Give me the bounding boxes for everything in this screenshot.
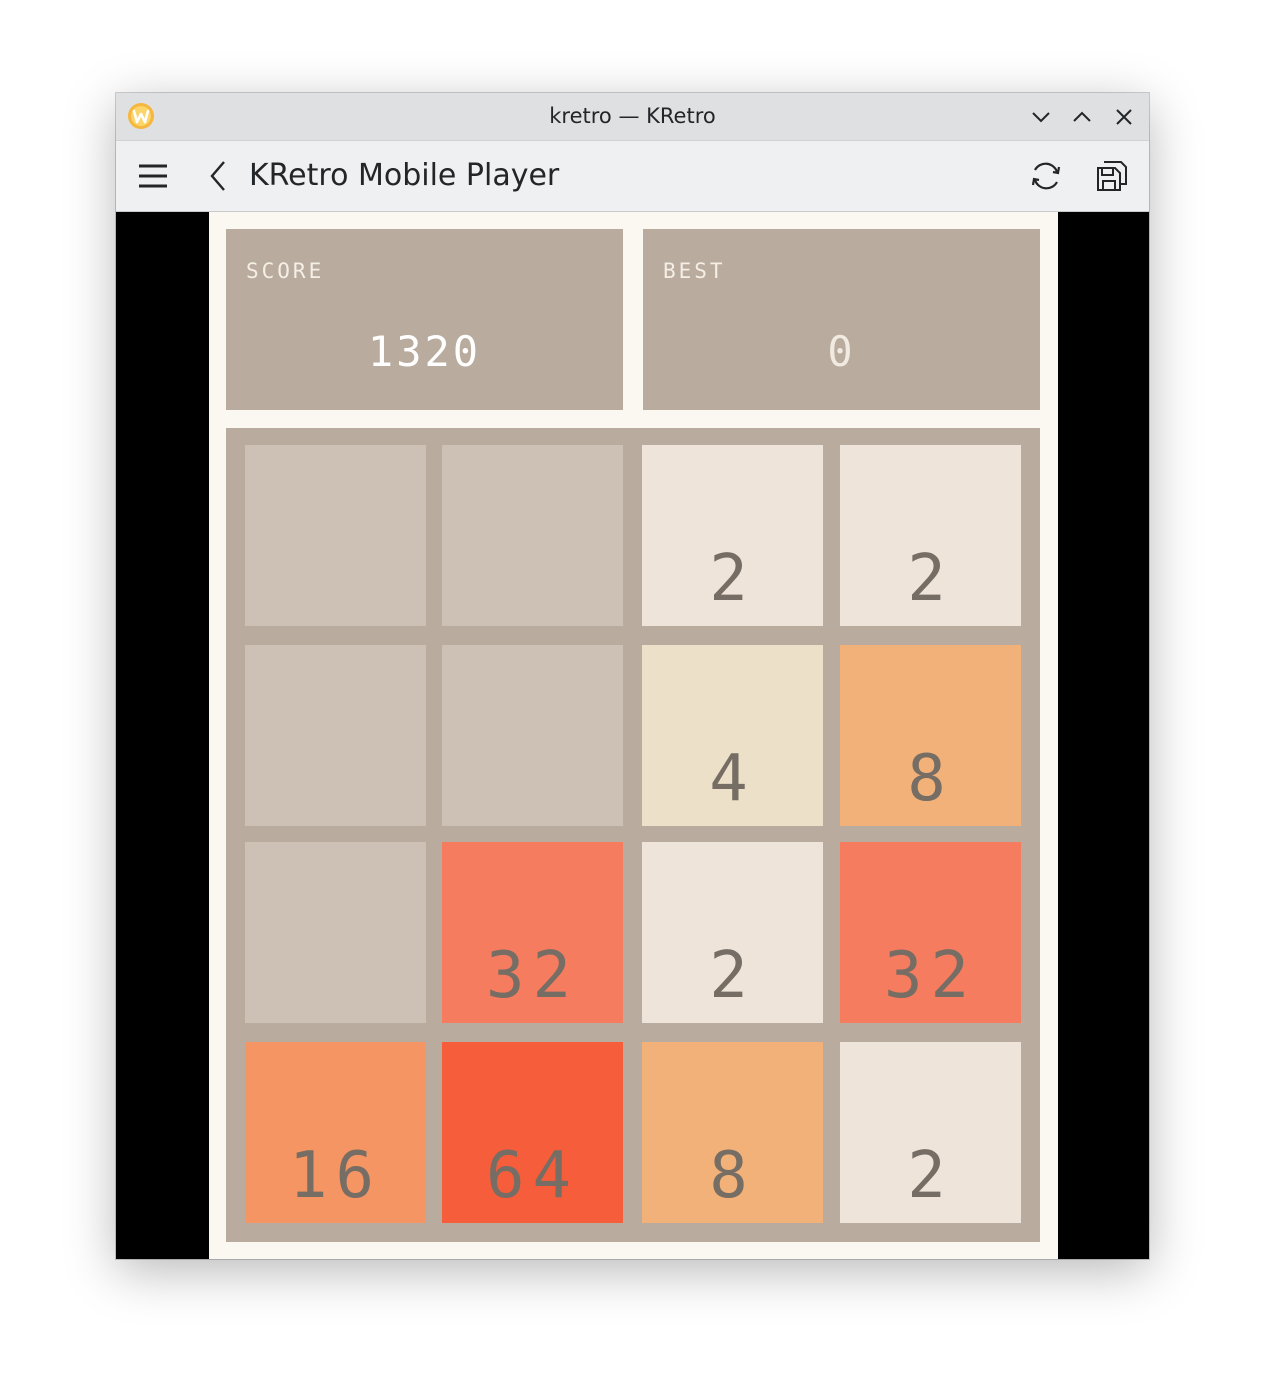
tile-value: 8 [709,1139,756,1213]
tile-value: 2 [709,542,756,616]
tile: 2 [642,445,823,626]
reload-icon[interactable] [1028,158,1064,194]
tile-value: 2 [907,1139,954,1213]
maximize-chevron-icon[interactable] [1069,104,1095,130]
game-2048-screen: SCORE 1320 BEST 0 2 2 4 8 32 2 32 16 64 … [209,212,1058,1259]
tile [245,645,426,826]
tile: 2 [840,445,1021,626]
score-box: SCORE 1320 [226,229,623,410]
tile: 32 [442,842,623,1023]
hamburger-menu-icon[interactable] [135,158,171,194]
tile-value: 8 [907,742,954,816]
save-state-icon[interactable] [1094,158,1130,194]
tile [245,842,426,1023]
emulator-viewport[interactable]: SCORE 1320 BEST 0 2 2 4 8 32 2 32 16 64 … [116,212,1149,1259]
tile-value: 16 [288,1139,383,1213]
minimize-chevron-icon[interactable] [1028,104,1054,130]
tile-value: 32 [883,939,978,1013]
app-window: kretro — KRetro KRetro Mobile Player SCO… [116,93,1149,1259]
best-label: BEST [663,259,726,283]
title-bar: kretro — KRetro [116,93,1149,141]
tile-value: 2 [709,939,756,1013]
tile: 32 [840,842,1021,1023]
tile-value: 64 [485,1139,580,1213]
score-label: SCORE [246,259,325,283]
best-value: 0 [827,327,856,376]
window-title: kretro — KRetro [549,104,716,128]
back-chevron-icon[interactable] [202,158,238,194]
tile: 4 [642,645,823,826]
tile: 64 [442,1042,623,1223]
best-box: BEST 0 [643,229,1040,410]
tile: 2 [642,842,823,1023]
score-value: 1320 [367,327,482,376]
close-icon[interactable] [1111,104,1137,130]
tile [442,645,623,826]
tile [245,445,426,626]
tile-value: 2 [907,542,954,616]
tile: 2 [840,1042,1021,1223]
tile: 8 [642,1042,823,1223]
tile [442,445,623,626]
tile-value: 32 [485,939,580,1013]
app-toolbar: KRetro Mobile Player [116,141,1149,212]
tile: 8 [840,645,1021,826]
tile: 16 [245,1042,426,1223]
tile-value: 4 [709,742,756,816]
game-board: 2 2 4 8 32 2 32 16 64 8 2 [226,428,1040,1242]
page-title: KRetro Mobile Player [249,158,560,193]
